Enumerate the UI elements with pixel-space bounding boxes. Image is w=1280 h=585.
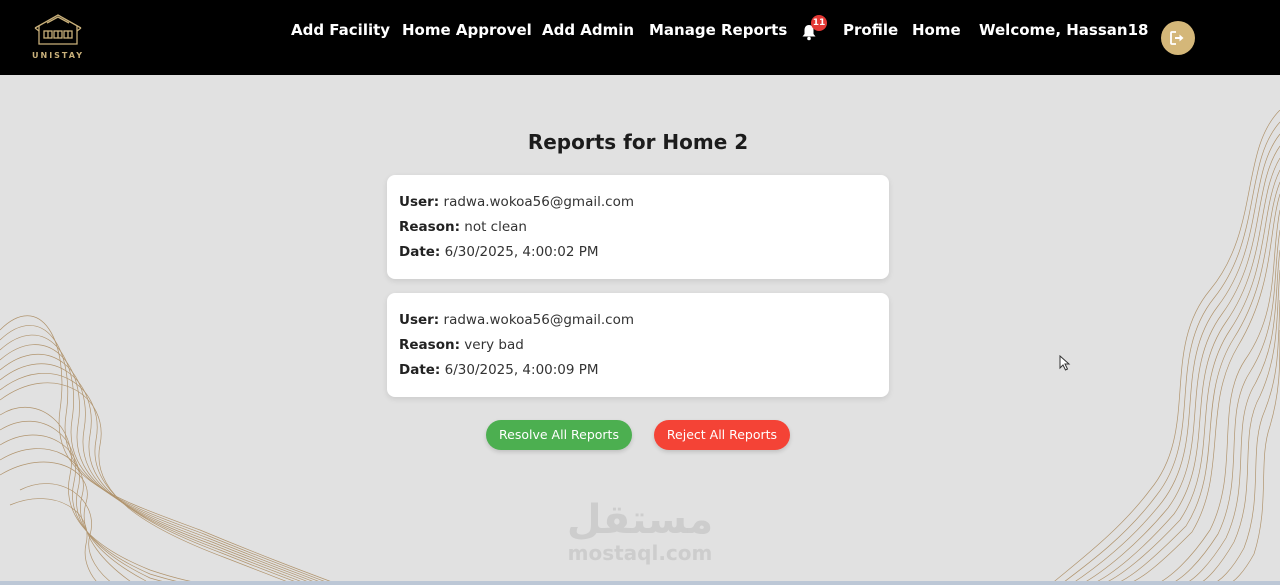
report-user-value: radwa.wokoa56@gmail.com: [443, 312, 634, 328]
report-reason-value: not clean: [464, 219, 527, 235]
report-date-line: Date: 6/30/2025, 4:00:02 PM: [399, 244, 599, 260]
report-date-value: 6/30/2025, 4:00:02 PM: [444, 244, 599, 260]
resolve-all-reports-button[interactable]: Resolve All Reports: [486, 420, 632, 450]
report-reason-line: Reason: not clean: [399, 219, 527, 235]
nav-add-facility[interactable]: Add Facility: [291, 21, 390, 39]
report-user-line: User: radwa.wokoa56@gmail.com: [399, 194, 634, 210]
nav-manage-reports[interactable]: Manage Reports: [649, 21, 787, 39]
watermark-arabic: مستقل: [566, 497, 714, 543]
nav-profile[interactable]: Profile: [843, 21, 898, 39]
user-label: User:: [399, 312, 440, 328]
top-navbar: UNISTAY Add Facility Home Approvel Add A…: [0, 0, 1280, 75]
reason-label: Reason:: [399, 337, 460, 353]
report-date-value: 6/30/2025, 4:00:09 PM: [444, 362, 599, 378]
report-reason-line: Reason: very bad: [399, 337, 524, 353]
report-reason-value: very bad: [464, 337, 524, 353]
bottom-edge-strip: [0, 581, 1280, 585]
date-label: Date:: [399, 362, 441, 378]
report-user-value: radwa.wokoa56@gmail.com: [443, 194, 634, 210]
date-label: Date:: [399, 244, 441, 260]
report-card: User: radwa.wokoa56@gmail.com Reason: no…: [387, 175, 889, 279]
sign-out-icon: [1170, 31, 1184, 45]
report-date-line: Date: 6/30/2025, 4:00:09 PM: [399, 362, 599, 378]
logout-button[interactable]: [1161, 21, 1195, 55]
mouse-cursor-icon: [1059, 355, 1071, 371]
nav-home-approvel[interactable]: Home Approvel: [402, 21, 532, 39]
notification-count-badge: 11: [811, 15, 827, 31]
mostaql-watermark: مستقل mostaql.com: [540, 498, 740, 564]
nav-home[interactable]: Home: [912, 21, 961, 39]
report-card: User: radwa.wokoa56@gmail.com Reason: ve…: [387, 293, 889, 397]
watermark-latin: mostaql.com: [567, 541, 713, 565]
house-logo-icon: [34, 14, 82, 45]
reject-all-reports-button[interactable]: Reject All Reports: [654, 420, 790, 450]
notifications-button[interactable]: 11: [800, 15, 827, 41]
decorative-wave-left: [0, 315, 341, 585]
user-label: User:: [399, 194, 440, 210]
decorative-wave-right: [1049, 110, 1280, 585]
nav-add-admin[interactable]: Add Admin: [542, 21, 634, 39]
unistay-logo[interactable]: UNISTAY: [30, 10, 86, 64]
report-user-line: User: radwa.wokoa56@gmail.com: [399, 312, 634, 328]
welcome-text: Welcome, Hassan18: [979, 21, 1149, 39]
reason-label: Reason:: [399, 219, 460, 235]
logo-text: UNISTAY: [32, 51, 84, 60]
page-title: Reports for Home 2: [527, 130, 749, 154]
